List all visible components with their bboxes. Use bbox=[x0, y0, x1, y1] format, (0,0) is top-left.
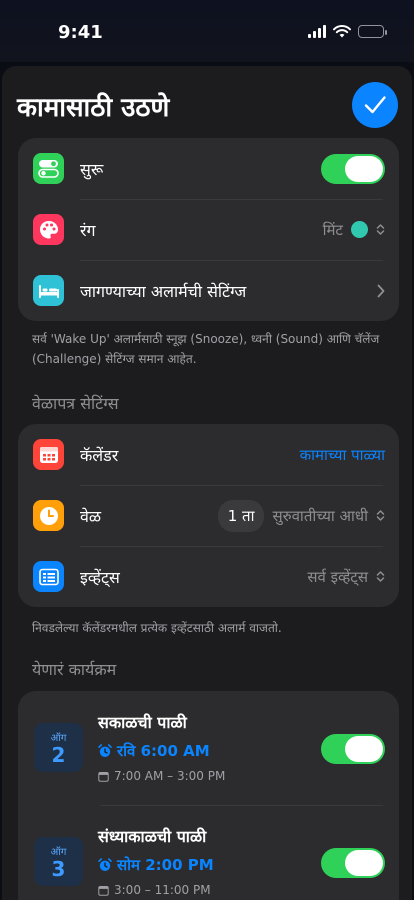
date-day: 3 bbox=[51, 856, 66, 881]
event-item: ऑग 2 सकाळची पाळी रवि 6:00 AM 7:00 AM – 3… bbox=[18, 691, 399, 805]
calendar-small-icon bbox=[98, 771, 109, 782]
event-alarm-time: सोम 2:00 PM bbox=[98, 855, 214, 875]
chevron-updown-icon bbox=[376, 224, 385, 235]
chevron-updown-icon bbox=[376, 510, 385, 521]
color-value: मिंट bbox=[322, 220, 343, 239]
date-month: ऑग bbox=[50, 846, 67, 858]
time-label: वेळ bbox=[80, 506, 102, 526]
date-month: ऑग bbox=[50, 732, 67, 744]
upcoming-section-header: येणारं कार्यक्रम bbox=[32, 660, 117, 679]
chevron-updown-icon bbox=[376, 571, 385, 582]
calendar-row[interactable]: कॅलेंडर कामाच्या पाळ्या bbox=[18, 424, 399, 485]
palette-icon bbox=[33, 214, 64, 245]
wake-settings-label: जागण्याच्या अलार्मची सेटिंग्ज bbox=[80, 281, 247, 301]
chevron-right-icon bbox=[377, 284, 385, 297]
enabled-row: सुरू bbox=[18, 138, 399, 199]
color-row[interactable]: रंग मिंट bbox=[18, 199, 399, 260]
event-alarm-text: रवि 6:00 AM bbox=[117, 742, 210, 760]
cellular-signal-icon bbox=[308, 25, 326, 38]
wake-settings-row[interactable]: जागण्याच्या अलार्मची सेटिंग्ज bbox=[18, 260, 399, 321]
wifi-icon bbox=[333, 25, 351, 38]
status-icons bbox=[308, 25, 387, 38]
event-alarm-toggle[interactable] bbox=[321, 848, 385, 878]
alarm-clock-icon bbox=[98, 744, 112, 757]
date-tile: ऑग 2 bbox=[34, 723, 83, 772]
status-bar: 9:41 bbox=[0, 0, 414, 62]
alarm-clock-icon bbox=[98, 858, 112, 871]
calendar-icon bbox=[33, 439, 64, 470]
calendar-small-icon bbox=[98, 885, 109, 896]
event-span-text: 7:00 AM – 3:00 PM bbox=[114, 769, 226, 783]
event-item: ऑग 3 संध्याकाळची पाळी सोम 2:00 PM 3:00 –… bbox=[18, 805, 399, 900]
checkmark-icon bbox=[364, 96, 386, 114]
general-footnote: सर्व 'Wake Up' अलार्मसाठी स्नूझ (Snooze)… bbox=[32, 332, 380, 366]
alarm-editor-sheet: कामासाठी उठणे सुरू रंग मिंट जागण्याच्या … bbox=[2, 66, 412, 900]
schedule-footnote: निवडलेल्या कॅलेंडरमधील प्रत्येक इव्हेंटस… bbox=[32, 621, 282, 635]
calendar-value[interactable]: कामाच्या पाळ्या bbox=[300, 445, 385, 465]
event-alarm-toggle[interactable] bbox=[321, 734, 385, 764]
clock-icon bbox=[33, 500, 64, 531]
enabled-toggle[interactable] bbox=[321, 153, 385, 184]
done-button[interactable] bbox=[352, 82, 398, 128]
event-alarm-time: रवि 6:00 AM bbox=[98, 741, 210, 761]
time-row[interactable]: वेळ 1 ता सुरुवातीच्या आधी bbox=[18, 485, 399, 546]
schedule-section-header: वेळापत्र सेटिंग्स bbox=[32, 394, 119, 413]
page-title: कामासाठी उठणे bbox=[17, 93, 170, 123]
date-tile: ऑग 3 bbox=[34, 837, 83, 886]
battery-icon bbox=[358, 25, 387, 38]
event-alarm-text: सोम 2:00 PM bbox=[117, 856, 214, 874]
switch-icon bbox=[33, 153, 64, 184]
enabled-label: सुरू bbox=[80, 159, 104, 179]
status-time: 9:41 bbox=[58, 22, 103, 43]
events-label: इव्हेंट्स bbox=[80, 567, 120, 587]
event-time-span: 7:00 AM – 3:00 PM bbox=[98, 769, 225, 783]
color-label: रंग bbox=[80, 220, 96, 240]
schedule-settings-group: कॅलेंडर कामाच्या पाळ्या वेळ 1 ता सुरुवात… bbox=[18, 424, 399, 607]
time-offset-pill[interactable]: 1 ता bbox=[217, 499, 265, 532]
bed-icon bbox=[33, 275, 64, 306]
event-span-text: 3:00 – 11:00 PM bbox=[114, 883, 211, 897]
date-day: 2 bbox=[51, 742, 66, 767]
events-value: सर्व इव्हेंट्स bbox=[307, 567, 368, 586]
event-title: सकाळची पाळी bbox=[98, 713, 187, 732]
events-row[interactable]: इव्हेंट्स सर्व इव्हेंट्स bbox=[18, 546, 399, 607]
general-settings-group: सुरू रंग मिंट जागण्याच्या अलार्मची सेटिं… bbox=[18, 138, 399, 321]
calendar-label: कॅलेंडर bbox=[80, 445, 119, 465]
color-swatch bbox=[351, 221, 368, 238]
upcoming-events-group: ऑग 2 सकाळची पाळी रवि 6:00 AM 7:00 AM – 3… bbox=[18, 691, 399, 900]
list-icon bbox=[33, 561, 64, 592]
event-title: संध्याकाळची पाळी bbox=[98, 827, 207, 846]
time-relation[interactable]: सुरुवातीच्या आधी bbox=[272, 506, 368, 526]
event-time-span: 3:00 – 11:00 PM bbox=[98, 883, 211, 897]
